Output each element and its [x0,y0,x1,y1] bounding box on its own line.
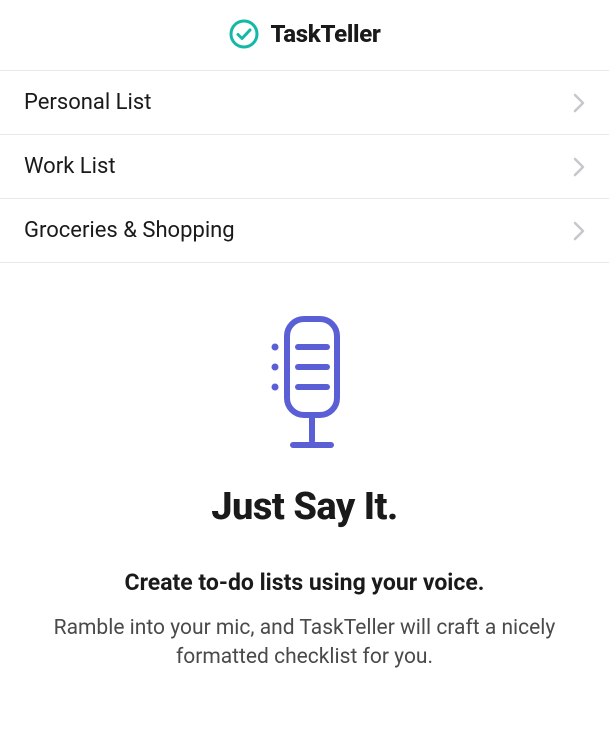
checkmark-circle-icon [228,18,260,50]
app-header: TaskTeller [0,0,609,70]
list-item-groceries[interactable]: Groceries & Shopping [0,199,609,263]
hero-title: Just Say It. [0,485,609,529]
list-item-work[interactable]: Work List [0,135,609,199]
list-group: Personal List Work List Groceries & Shop… [0,70,609,263]
chevron-right-icon [573,221,585,241]
app-title: TaskTeller [270,20,380,48]
list-item-label: Groceries & Shopping [24,218,235,243]
chevron-right-icon [573,93,585,113]
list-item-label: Personal List [24,90,151,115]
list-item-personal[interactable]: Personal List [0,71,609,135]
hero-subtitle: Create to-do lists using your voice. [0,569,609,596]
hero-section: Just Say It. Create to-do lists using yo… [0,263,609,673]
chevron-right-icon [573,157,585,177]
list-item-label: Work List [24,154,116,179]
microphone-list-icon [255,313,355,467]
hero-description: Ramble into your mic, and TaskTeller wil… [0,614,609,673]
